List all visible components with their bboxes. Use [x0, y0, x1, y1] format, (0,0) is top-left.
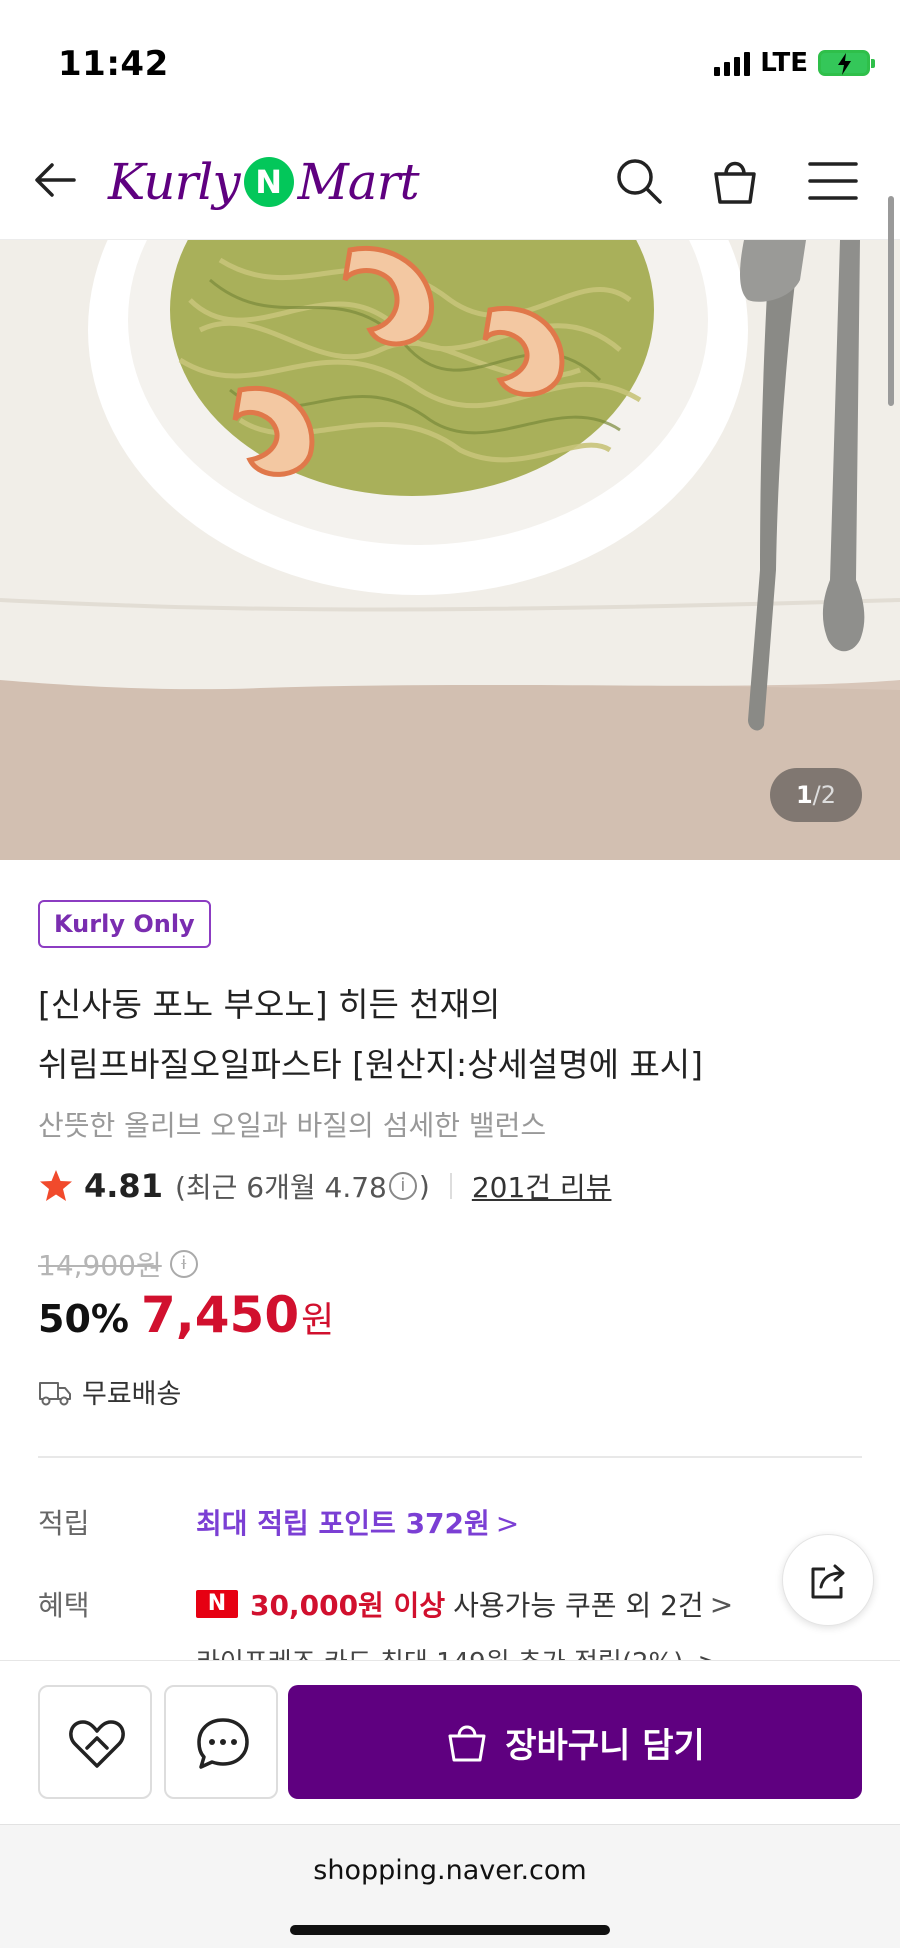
review-count-link[interactable]: 201건 리뷰: [472, 1166, 612, 1206]
signal-icon: [714, 50, 751, 76]
battery-icon: [818, 50, 875, 76]
recent-rating-open: (최근 6개월 4.78: [174, 1171, 387, 1204]
sale-price: 7,450: [140, 1286, 300, 1344]
page-separator: /: [812, 781, 821, 809]
coupon-benefit-link[interactable]: N 30,000원 이상 사용가능 쿠폰 외 2건 >: [196, 1584, 733, 1624]
chevron-right-icon: >: [495, 1507, 520, 1540]
card-benefit-text: 라이프레즈 카드 최대 149원 추가 적립(2%): [196, 1648, 683, 1660]
original-price: 14,900원: [38, 1249, 162, 1282]
hamburger-menu-icon: [808, 162, 858, 200]
card-benefit-line[interactable]: 라이프레즈 카드 최대 149원 추가 적립(2%) >: [196, 1640, 719, 1660]
share-button[interactable]: [782, 1534, 874, 1626]
coupon-threshold: 30,000원 이상: [250, 1589, 446, 1622]
kurly-only-badge: Kurly Only: [38, 900, 211, 948]
price-info-icon[interactable]: i: [169, 1250, 198, 1278]
kurly-n-mart-logo[interactable]: Kurly N Mart: [108, 142, 420, 222]
rating-value: 4.81: [84, 1167, 163, 1205]
delivery-info: 무료배송: [38, 1372, 181, 1411]
share-icon: [811, 1564, 845, 1599]
heart-outline-icon: [69, 1720, 125, 1768]
recent-rating-close: ): [418, 1169, 430, 1203]
shopping-bag-icon: [448, 1725, 486, 1762]
discount-rate: 50%: [38, 1297, 129, 1341]
product-image[interactable]: 1/2: [0, 240, 900, 860]
truck-icon: [39, 1381, 71, 1405]
inquiry-button[interactable]: [164, 1685, 278, 1799]
search-button[interactable]: [612, 154, 666, 208]
points-label: 적립: [38, 1507, 90, 1540]
rating-row: 4.81 (최근 6개월 4.78 i ) 201건 리뷰: [38, 1166, 611, 1206]
product-title-line-1: [신사동 포노 부오노] 히든 천재의: [38, 985, 501, 1024]
product-subtitle: 산뜻한 올리브 오일과 바질의 섬세한 밸런스: [38, 1109, 547, 1142]
currency-unit: 원: [301, 1300, 335, 1341]
coupon-text: 사용가능 쿠폰 외 2건: [453, 1589, 704, 1622]
url-text[interactable]: shopping.naver.com: [0, 1855, 900, 1886]
chevron-right-icon: >: [709, 1587, 734, 1621]
shopping-bag-icon: [714, 161, 756, 204]
menu-button[interactable]: [806, 154, 860, 208]
cart-button[interactable]: [708, 154, 762, 208]
original-price-row: 14,900원 i: [38, 1244, 200, 1284]
chevron-right-icon: >: [698, 1648, 720, 1660]
info-icon[interactable]: i: [388, 1172, 417, 1200]
logo-n-badge: N: [243, 157, 294, 207]
wishlist-button[interactable]: [38, 1685, 152, 1799]
status-bar: 11:42 LTE: [0, 0, 900, 120]
section-divider: [38, 1456, 862, 1458]
home-indicator[interactable]: [290, 1925, 610, 1935]
rating-divider: [449, 1173, 452, 1199]
image-page-indicator: 1/2: [770, 768, 862, 822]
page-scrollbar[interactable]: [888, 196, 894, 406]
status-indicators: LTE: [714, 48, 875, 78]
chat-bubble-icon: [197, 1718, 249, 1769]
add-to-cart-label: 장바구니 담기: [505, 1725, 705, 1766]
pasta-photo-illustration: [0, 240, 900, 860]
naver-n-icon: N: [196, 1590, 238, 1618]
delivery-label: 무료배송: [82, 1379, 182, 1410]
app-header: Kurly N Mart: [0, 120, 900, 240]
search-icon: [617, 159, 662, 204]
browser-address-bar: shopping.naver.com: [0, 1824, 900, 1948]
points-link[interactable]: 최대 적립 포인트 372원 >: [196, 1502, 519, 1542]
network-label: LTE: [760, 48, 808, 78]
price-row: 50% 7,450 원: [38, 1286, 334, 1344]
bottom-action-bar: 장바구니 담기: [0, 1660, 900, 1824]
back-button[interactable]: [30, 155, 80, 205]
logo-kurly-text: Kurly: [108, 153, 241, 211]
product-title: [신사동 포노 부오노] 히든 천재의 쉬림프바질오일파스타 [원산지:상세설명…: [38, 975, 868, 1095]
page-total: 2: [820, 781, 837, 809]
page-current: 1: [795, 781, 813, 809]
benefit-label: 혜택: [38, 1589, 90, 1622]
product-title-line-2: 쉬림프바질오일파스타 [원산지:상세설명에 표시]: [38, 1045, 704, 1084]
status-time: 11:42: [58, 44, 169, 84]
logo-mart-text: Mart: [297, 153, 420, 211]
star-icon: [40, 1170, 72, 1201]
points-text: 최대 적립 포인트 372원: [196, 1507, 490, 1540]
arrow-left-icon: [35, 163, 76, 197]
add-to-cart-button[interactable]: 장바구니 담기: [288, 1685, 862, 1799]
